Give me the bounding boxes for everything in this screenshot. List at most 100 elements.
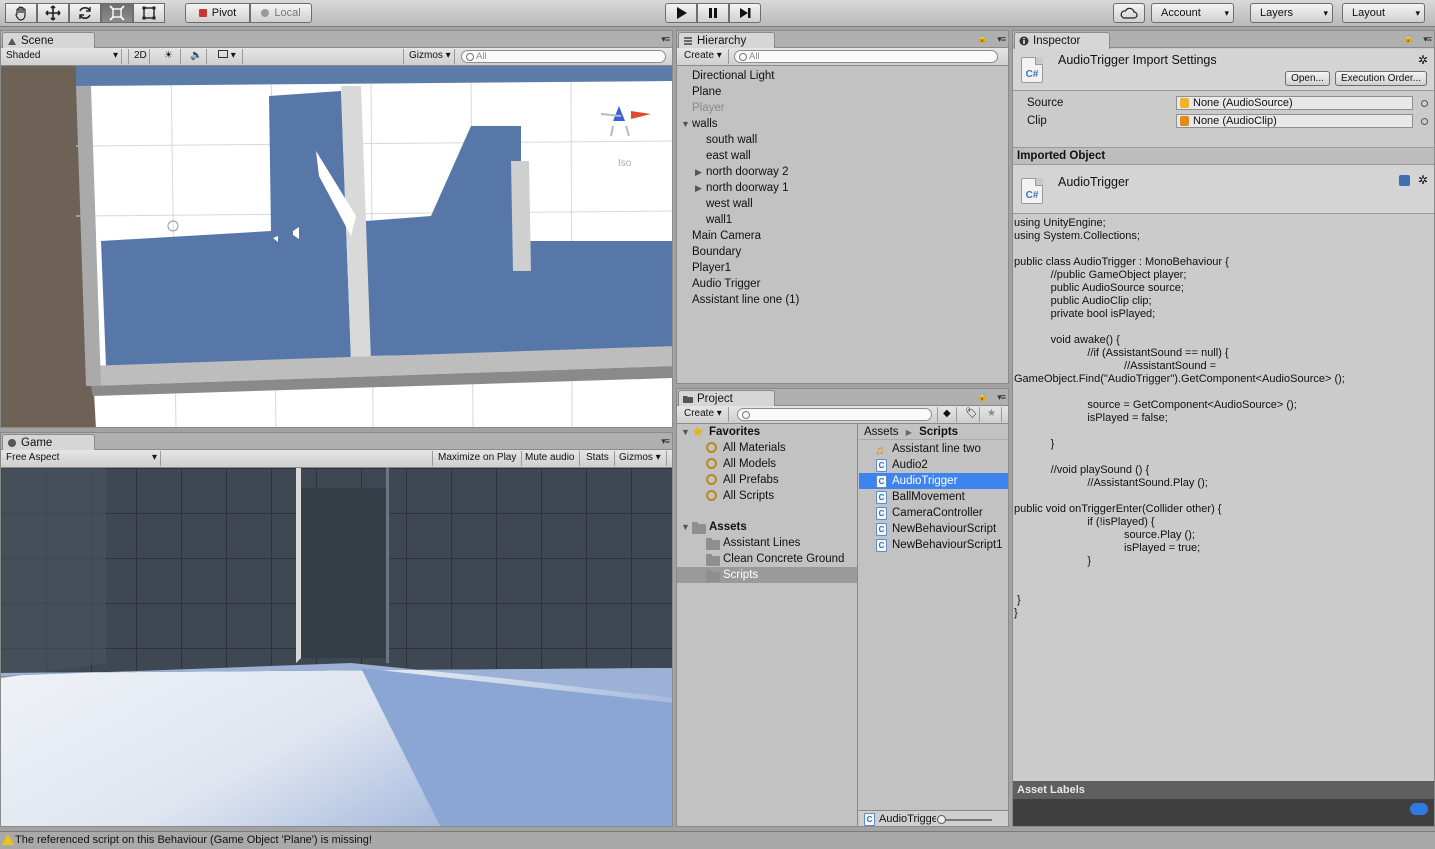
rect-tool-button[interactable] bbox=[133, 3, 165, 23]
lock-icon[interactable]: 🔒 bbox=[977, 391, 988, 402]
hierarchy-item[interactable]: Plane bbox=[677, 84, 1008, 100]
lock-icon[interactable]: 🔒 bbox=[1403, 33, 1414, 44]
scale-tool-button[interactable] bbox=[101, 3, 133, 23]
panel-menu-icon[interactable]: ▾≡ bbox=[661, 34, 670, 45]
shading-dropdown[interactable]: Shaded ▾ bbox=[1, 49, 122, 64]
open-button[interactable]: Open... bbox=[1285, 71, 1330, 86]
project-create-dropdown[interactable]: Create ▾ bbox=[679, 407, 729, 422]
move-tool-button[interactable] bbox=[37, 3, 69, 23]
hierarchy-item[interactable]: Player1 bbox=[677, 260, 1008, 276]
tab-game[interactable]: Game bbox=[2, 434, 95, 451]
source-field[interactable]: None (AudioSource) bbox=[1176, 96, 1413, 110]
tab-scene[interactable]: Scene bbox=[2, 32, 95, 49]
file-item-selected[interactable]: C AudioTrigger bbox=[859, 473, 1008, 489]
status-bar[interactable]: The referenced script on this Behaviour … bbox=[0, 831, 1435, 849]
hierarchy-item[interactable]: Boundary bbox=[677, 244, 1008, 260]
hierarchy-item[interactable]: south wall bbox=[677, 132, 1008, 148]
object-picker-icon[interactable] bbox=[1421, 100, 1428, 107]
hierarchy-item[interactable]: Audio Trigger bbox=[677, 276, 1008, 292]
scene-viewport[interactable]: Iso bbox=[1, 66, 673, 428]
cloud-button[interactable] bbox=[1113, 3, 1145, 23]
maximize-on-play-toggle[interactable]: Maximize on Play bbox=[432, 451, 523, 466]
search-by-label-button[interactable]: 🏷 bbox=[960, 407, 980, 422]
file-item[interactable]: C BallMovement bbox=[859, 489, 1008, 505]
object-picker-icon[interactable] bbox=[1421, 118, 1428, 125]
step-button[interactable] bbox=[729, 3, 761, 23]
aspect-dropdown[interactable]: Free Aspect ▾ bbox=[1, 451, 161, 466]
lock-icon[interactable]: 🔒 bbox=[977, 33, 988, 44]
favorite-item[interactable]: All Prefabs bbox=[677, 472, 857, 488]
lighting-toggle[interactable]: ☀ bbox=[159, 49, 181, 64]
tag-icon[interactable] bbox=[1410, 803, 1428, 815]
collapsed-arrow-icon[interactable]: ▶ bbox=[695, 164, 702, 180]
hierarchy-item[interactable]: Main Camera bbox=[677, 228, 1008, 244]
favorites-header[interactable]: ▼ ★ Favorites bbox=[677, 424, 857, 440]
audio-toggle[interactable]: 🔈 bbox=[185, 49, 207, 64]
hierarchy-item[interactable]: ▶ north doorway 1 bbox=[677, 180, 1008, 196]
execution-order-button[interactable]: Execution Order... bbox=[1335, 71, 1427, 86]
2d-toggle[interactable]: 2D bbox=[128, 49, 150, 64]
collapsed-arrow-icon[interactable]: ▶ bbox=[695, 180, 702, 196]
mute-audio-toggle[interactable]: Mute audio bbox=[520, 451, 581, 466]
layout-dropdown[interactable]: Layout bbox=[1342, 3, 1425, 23]
favorite-item[interactable]: All Scripts bbox=[677, 488, 857, 504]
layers-dropdown[interactable]: Layers bbox=[1250, 3, 1333, 23]
hierarchy-create-dropdown[interactable]: Create ▾ bbox=[679, 49, 729, 64]
hierarchy-item[interactable]: west wall bbox=[677, 196, 1008, 212]
panel-menu-icon[interactable]: ▾≡ bbox=[997, 34, 1006, 45]
scene-gizmos-dropdown[interactable]: Gizmos ▾ bbox=[403, 49, 455, 64]
expanded-arrow-icon[interactable]: ▼ bbox=[681, 519, 690, 535]
gear-icon[interactable]: ✲ bbox=[1418, 53, 1428, 67]
favorite-item[interactable]: All Materials bbox=[677, 440, 857, 456]
panel-menu-icon[interactable]: ▾≡ bbox=[661, 436, 670, 447]
hierarchy-item[interactable]: Assistant line one (1) bbox=[677, 292, 1008, 308]
clip-field[interactable]: None (AudioClip) bbox=[1176, 114, 1413, 128]
game-gizmos-dropdown[interactable]: Gizmos ▾ bbox=[614, 451, 667, 466]
hierarchy-item[interactable]: wall1 bbox=[677, 212, 1008, 228]
rotate-tool-button[interactable] bbox=[69, 3, 101, 23]
game-tabbar: Game ▾≡ bbox=[1, 433, 672, 451]
help-book-icon[interactable] bbox=[1399, 175, 1410, 186]
tab-project[interactable]: Project bbox=[678, 390, 775, 407]
hierarchy-item[interactable]: ▶ north doorway 2 bbox=[677, 164, 1008, 180]
search-by-type-button[interactable]: ◆ bbox=[937, 407, 957, 422]
account-dropdown[interactable]: Account bbox=[1151, 3, 1234, 23]
scene-search-input[interactable]: All bbox=[461, 50, 666, 63]
hierarchy-search-input[interactable]: All bbox=[734, 50, 998, 63]
game-viewport[interactable] bbox=[1, 468, 673, 827]
tab-inspector[interactable]: Inspector bbox=[1014, 32, 1110, 49]
file-item[interactable]: C Audio2 bbox=[859, 457, 1008, 473]
hierarchy-item[interactable]: ▼ walls bbox=[677, 116, 1008, 132]
effects-dropdown[interactable]: ▾ bbox=[213, 49, 243, 64]
save-search-button[interactable]: ★ bbox=[982, 407, 1002, 422]
asset-folder[interactable]: Assistant Lines bbox=[677, 535, 857, 551]
project-search-input[interactable] bbox=[737, 408, 932, 421]
file-item[interactable]: ♫ Assistant line two bbox=[859, 441, 1008, 457]
pivot-toggle[interactable]: Pivot bbox=[185, 3, 250, 23]
pause-button[interactable] bbox=[697, 3, 729, 23]
file-item[interactable]: C NewBehaviourScript bbox=[859, 521, 1008, 537]
asset-folder-selected[interactable]: Scripts bbox=[677, 567, 857, 583]
assets-root[interactable]: ▼ Assets bbox=[677, 519, 857, 535]
file-item[interactable]: C NewBehaviourScript1 bbox=[859, 537, 1008, 553]
expanded-arrow-icon[interactable]: ▼ bbox=[681, 116, 690, 132]
favorite-item[interactable]: All Models bbox=[677, 456, 857, 472]
tab-hierarchy[interactable]: Hierarchy bbox=[678, 32, 775, 49]
breadcrumb-assets[interactable]: Assets bbox=[864, 426, 899, 438]
icon-size-slider-thumb[interactable] bbox=[937, 815, 946, 824]
panel-menu-icon[interactable]: ▾≡ bbox=[997, 392, 1006, 403]
gear-icon[interactable]: ✲ bbox=[1418, 173, 1428, 187]
hierarchy-item[interactable]: east wall bbox=[677, 148, 1008, 164]
hierarchy-item[interactable]: Directional Light bbox=[677, 68, 1008, 84]
play-button[interactable] bbox=[665, 3, 697, 23]
panel-menu-icon[interactable]: ▾≡ bbox=[1423, 34, 1432, 45]
hierarchy-item-disabled[interactable]: Player bbox=[677, 100, 1008, 116]
hand-tool-button[interactable] bbox=[5, 3, 37, 23]
move-icon bbox=[45, 5, 61, 21]
file-item[interactable]: C CameraController bbox=[859, 505, 1008, 521]
stats-toggle[interactable]: Stats bbox=[581, 451, 615, 466]
expanded-arrow-icon[interactable]: ▼ bbox=[681, 424, 690, 440]
breadcrumb-scripts[interactable]: Scripts bbox=[919, 426, 958, 438]
asset-folder[interactable]: Clean Concrete Ground bbox=[677, 551, 857, 567]
local-toggle[interactable]: Local bbox=[250, 3, 312, 23]
